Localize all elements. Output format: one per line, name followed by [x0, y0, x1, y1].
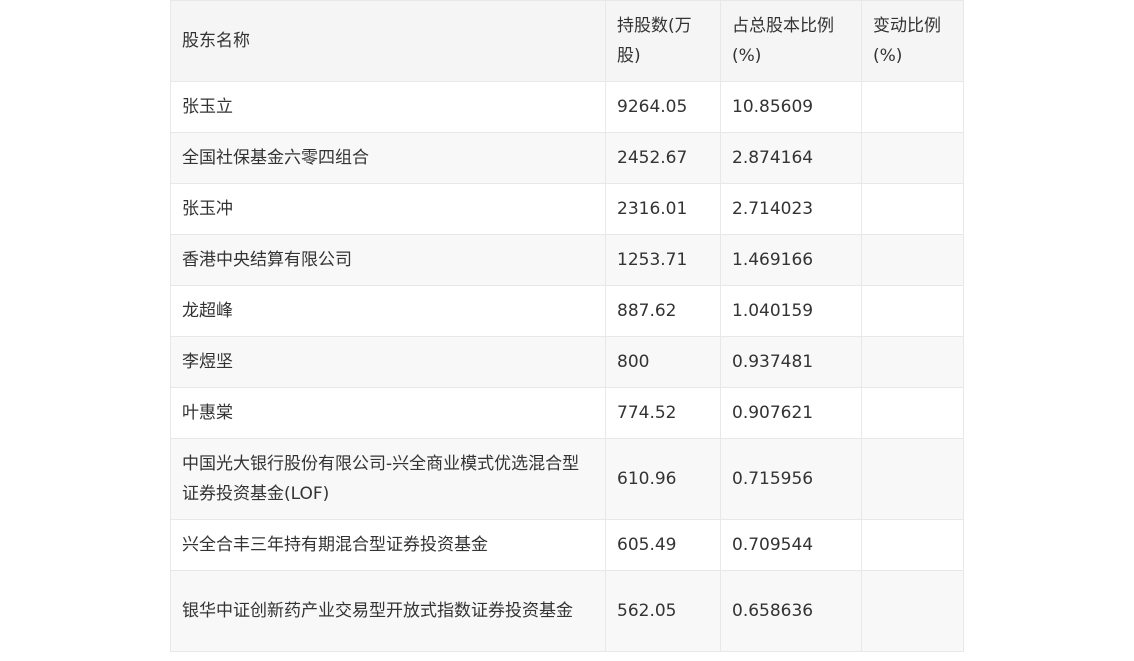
cell-change-ratio: [861, 132, 964, 184]
cell-share-ratio: 1.469166: [720, 234, 862, 286]
cell-shares-held: 562.05: [605, 570, 721, 652]
cell-share-ratio: 0.937481: [720, 336, 862, 388]
table-row: 全国社保基金六零四组合 2452.67 2.874164: [170, 132, 964, 184]
header-change-ratio: 变动比例(%): [861, 0, 964, 82]
table-row: 香港中央结算有限公司 1253.71 1.469166: [170, 234, 964, 286]
header-row: 股东名称 持股数(万股) 占总股本比例(%) 变动比例(%): [170, 0, 964, 82]
cell-shareholder-name: 兴全合丰三年持有期混合型证券投资基金: [170, 519, 606, 571]
table-row: 张玉立 9264.05 10.85609: [170, 81, 964, 133]
cell-change-ratio: [861, 387, 964, 439]
cell-shareholder-name: 香港中央结算有限公司: [170, 234, 606, 286]
cell-shares-held: 800: [605, 336, 721, 388]
cell-change-ratio: [861, 519, 964, 571]
cell-change-ratio: [861, 81, 964, 133]
cell-shares-held: 9264.05: [605, 81, 721, 133]
header-shares-held: 持股数(万股): [605, 0, 721, 82]
shareholder-table: 股东名称 持股数(万股) 占总股本比例(%) 变动比例(%) 张玉立 9264.…: [170, 0, 964, 652]
cell-share-ratio: 1.040159: [720, 285, 862, 337]
cell-change-ratio: [861, 438, 964, 520]
cell-share-ratio: 0.709544: [720, 519, 862, 571]
table-row: 兴全合丰三年持有期混合型证券投资基金 605.49 0.709544: [170, 519, 964, 571]
cell-shares-held: 774.52: [605, 387, 721, 439]
table-header: 股东名称 持股数(万股) 占总股本比例(%) 变动比例(%): [170, 0, 964, 82]
cell-shares-held: 1253.71: [605, 234, 721, 286]
cell-shareholder-name: 银华中证创新药产业交易型开放式指数证券投资基金: [170, 570, 606, 652]
cell-shares-held: 605.49: [605, 519, 721, 571]
cell-shares-held: 2452.67: [605, 132, 721, 184]
cell-shareholder-name: 张玉冲: [170, 183, 606, 235]
cell-share-ratio: 2.714023: [720, 183, 862, 235]
table-row: 中国光大银行股份有限公司-兴全商业模式优选混合型证券投资基金(LOF) 610.…: [170, 438, 964, 520]
cell-share-ratio: 0.658636: [720, 570, 862, 652]
cell-share-ratio: 2.874164: [720, 132, 862, 184]
table-row: 龙超峰 887.62 1.040159: [170, 285, 964, 337]
cell-share-ratio: 0.715956: [720, 438, 862, 520]
cell-shareholder-name: 中国光大银行股份有限公司-兴全商业模式优选混合型证券投资基金(LOF): [170, 438, 606, 520]
cell-change-ratio: [861, 285, 964, 337]
cell-change-ratio: [861, 183, 964, 235]
shareholder-table-container: 股东名称 持股数(万股) 占总股本比例(%) 变动比例(%) 张玉立 9264.…: [170, 0, 964, 652]
table-row: 李煜坚 800 0.937481: [170, 336, 964, 388]
table-body: 张玉立 9264.05 10.85609 全国社保基金六零四组合 2452.67…: [170, 81, 964, 652]
cell-share-ratio: 10.85609: [720, 81, 862, 133]
cell-shares-held: 610.96: [605, 438, 721, 520]
cell-shares-held: 887.62: [605, 285, 721, 337]
table-row: 张玉冲 2316.01 2.714023: [170, 183, 964, 235]
cell-share-ratio: 0.907621: [720, 387, 862, 439]
cell-change-ratio: [861, 336, 964, 388]
cell-shareholder-name: 叶惠棠: [170, 387, 606, 439]
cell-shares-held: 2316.01: [605, 183, 721, 235]
header-share-ratio: 占总股本比例(%): [720, 0, 862, 82]
cell-shareholder-name: 张玉立: [170, 81, 606, 133]
table-row: 叶惠棠 774.52 0.907621: [170, 387, 964, 439]
cell-shareholder-name: 龙超峰: [170, 285, 606, 337]
cell-shareholder-name: 全国社保基金六零四组合: [170, 132, 606, 184]
cell-change-ratio: [861, 570, 964, 652]
cell-change-ratio: [861, 234, 964, 286]
cell-shareholder-name: 李煜坚: [170, 336, 606, 388]
table-row: 银华中证创新药产业交易型开放式指数证券投资基金 562.05 0.658636: [170, 570, 964, 652]
header-shareholder-name: 股东名称: [170, 0, 606, 82]
